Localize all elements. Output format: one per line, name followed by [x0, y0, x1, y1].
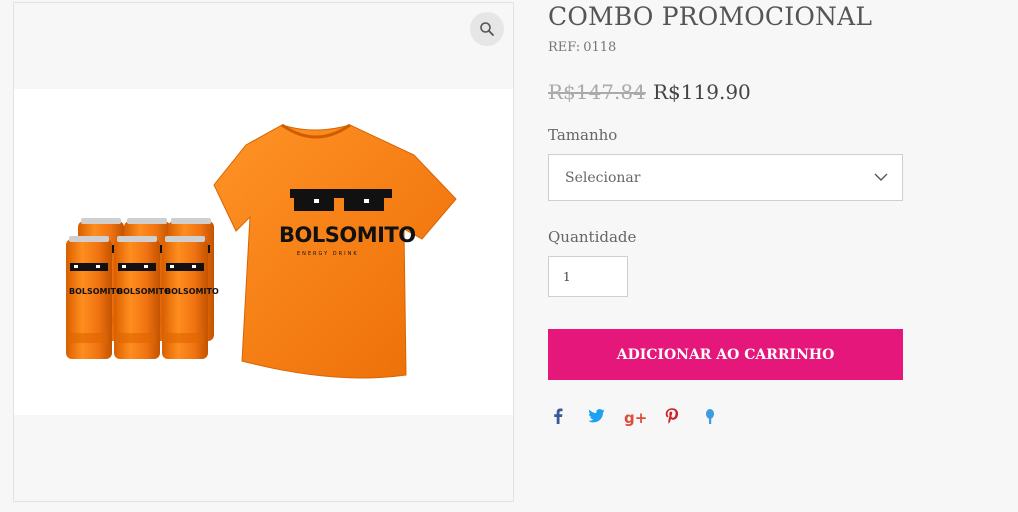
- ref-label: REF:: [548, 40, 581, 55]
- add-to-cart-button[interactable]: ADICIONAR AO CARRINHO: [548, 329, 903, 380]
- product-photo: [66, 123, 457, 379]
- twitter-icon[interactable]: [586, 408, 606, 428]
- current-price: R$119.90: [653, 80, 751, 104]
- product-gallery: BOLSOMITO ENERGY DRINK BOLSOMITO BOLSOMI…: [13, 2, 514, 502]
- product-image[interactable]: BOLSOMITO ENERGY DRINK BOLSOMITO BOLSOMI…: [14, 89, 513, 415]
- can-label: BOLSOMITO: [165, 287, 219, 296]
- chevron-down-icon: [874, 173, 888, 181]
- ref-value: 0118: [583, 40, 617, 55]
- zoom-button[interactable]: [470, 12, 504, 46]
- quantity-input[interactable]: [548, 256, 628, 297]
- size-label: Tamanho: [548, 126, 618, 144]
- tumblr-icon[interactable]: [700, 408, 720, 428]
- share-bar: g+: [548, 408, 738, 428]
- facebook-icon[interactable]: [548, 408, 568, 428]
- size-select[interactable]: Selecionar: [548, 154, 903, 201]
- quantity-label: Quantidade: [548, 228, 637, 246]
- shirt-sub-text: ENERGY DRINK: [297, 251, 359, 257]
- can-label: BOLSOMITO: [117, 287, 171, 296]
- magnifier-icon: [480, 22, 494, 36]
- old-price: R$147.84: [548, 80, 646, 104]
- google-plus-icon[interactable]: g+: [624, 408, 647, 428]
- pinterest-icon[interactable]: [662, 408, 682, 428]
- shirt-brand-text: BOLSOMITO: [279, 223, 416, 247]
- product-ref: REF: 0118: [548, 40, 616, 55]
- product-title: COMBO PROMOCIONAL: [548, 2, 873, 31]
- size-select-value: Selecionar: [565, 170, 641, 186]
- can-label: BOLSOMITO: [69, 287, 123, 296]
